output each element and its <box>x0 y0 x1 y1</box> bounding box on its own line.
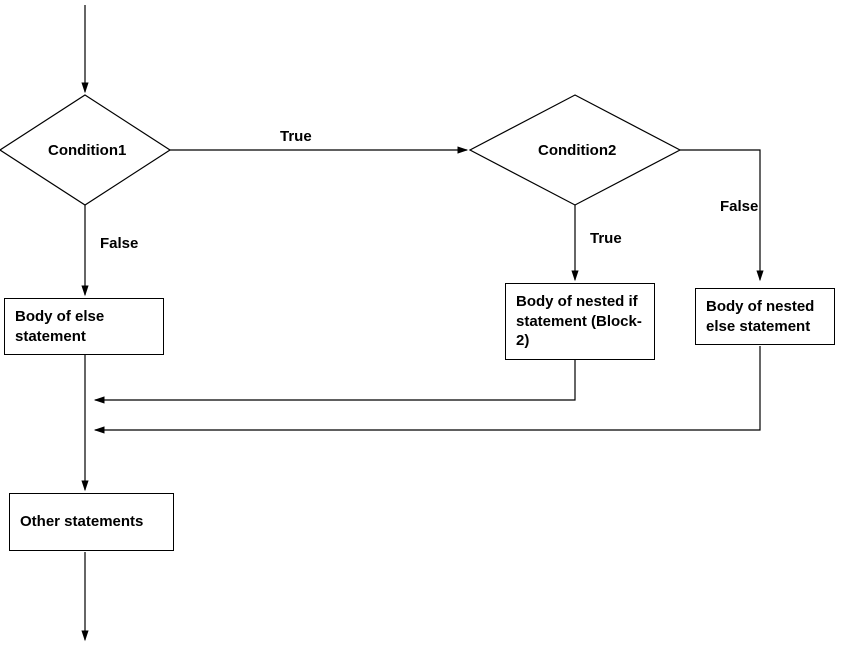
condition2-label: Condition2 <box>538 142 616 161</box>
edge-c1-true-label: True <box>280 128 312 147</box>
edge-c2-false-label: False <box>720 198 758 217</box>
condition1-label: Condition1 <box>48 142 126 161</box>
else-body-box: Body of else statement <box>4 298 164 355</box>
nested-else-body-box: Body of nested else statement <box>695 288 835 345</box>
other-statements-box: Other statements <box>9 493 174 551</box>
edge-c1-false-label: False <box>100 235 138 254</box>
edge-c2-true-label: True <box>590 230 622 249</box>
nested-if-body-box: Body of nested if statement (Block-2) <box>505 283 655 360</box>
